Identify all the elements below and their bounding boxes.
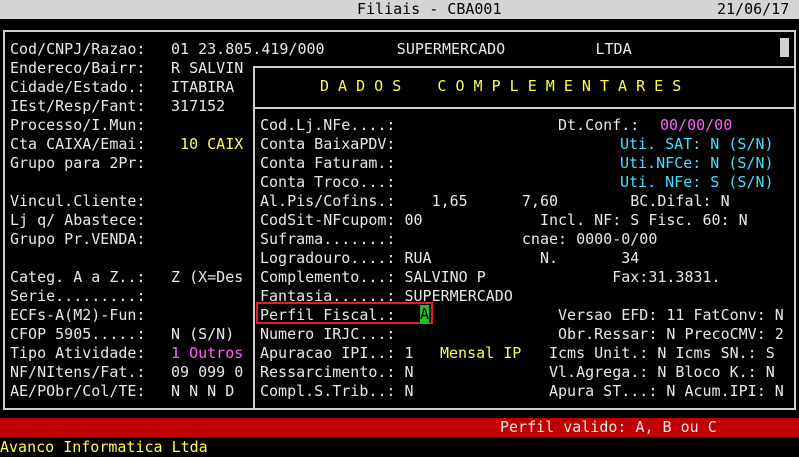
- main-field-value[interactable]: 09 099 0: [162, 363, 243, 382]
- main-field-label: Serie.........:: [10, 287, 146, 305]
- status-message: Perfil valido: A, B ou C: [500, 418, 717, 436]
- uti-nfce-field[interactable]: Uti.NFCe: N (S/N): [620, 154, 774, 173]
- dialog-title: D A D O S C O M P L E M E N T A R E S: [320, 77, 682, 95]
- dialog-field-row[interactable]: CodSit-NFcupom: 00 Incl. NF: S Fisc. 60:…: [260, 211, 748, 230]
- main-field-value[interactable]: 10 CAIX: [162, 135, 243, 154]
- main-field-value[interactable]: 317152: [162, 97, 225, 116]
- dialog-field-row[interactable]: Conta Troco...:: [260, 173, 630, 192]
- main-field-label: Vincul.Cliente:: [10, 192, 146, 210]
- main-field-value[interactable]: N (S/N): [162, 325, 234, 344]
- main-field-value[interactable]: N N N D: [162, 382, 234, 401]
- main-field-label: IEst/Resp/Fant:: [10, 97, 146, 115]
- uti-sat-field[interactable]: Uti. SAT: N (S/N): [620, 135, 774, 154]
- main-field-label: Processo/I.Mun:: [10, 116, 146, 134]
- main-field-label: Endereco/Bairr:: [10, 59, 146, 77]
- dialog-field-row[interactable]: Conta Faturam.:: [260, 154, 630, 173]
- main-field-label: Lj q/ Abastece:: [10, 211, 146, 229]
- dialog-field-row[interactable]: Numero IRJC...: Obr.Ressar: N PrecoCMV: …: [260, 325, 784, 344]
- dt-conf-value[interactable]: 00/00/00: [660, 116, 732, 135]
- dialog-field-row[interactable]: Ressarcimento.: N Vl.Agrega.: N Bloco K.…: [260, 363, 775, 382]
- main-field-value[interactable]: R SALVIN: [162, 59, 243, 78]
- dialog-field-row[interactable]: Complemento...: SALVINO P Fax:31.3831.: [260, 268, 721, 287]
- main-field-value[interactable]: 01 23.805.419/000 SUPERMERCADO LTDA: [162, 40, 632, 59]
- header-date: 21/06/17: [717, 0, 790, 18]
- main-field-value[interactable]: ITABIRA: [162, 78, 234, 97]
- dialog-field-row[interactable]: Al.Pis/Cofins.: 1,65 7,60 BC.Difal: N: [260, 192, 730, 211]
- dialog-field-row[interactable]: Cod.Lj.NFe....: Dt.Conf.:: [260, 116, 648, 135]
- main-field-label: Cta CAIXA/Emai:: [10, 135, 146, 153]
- dialog-divider: [253, 107, 796, 109]
- scrollbar-thumb[interactable]: [780, 38, 789, 57]
- status-bar: Perfil valido: A, B ou C: [0, 418, 799, 437]
- dialog-field-row[interactable]: Compl.S.Trib..: N Apura ST...: N Acum.IP…: [260, 382, 784, 401]
- main-field-label: Tipo Atividade:: [10, 344, 146, 362]
- main-field-value[interactable]: 1 Outros: [162, 344, 243, 363]
- dialog-field-row[interactable]: Conta BaixaPDV:: [260, 135, 630, 154]
- main-field-label: ECFs-A(M2)-Fun:: [10, 306, 146, 324]
- main-field-label: Grupo Pr.VENDA:: [10, 230, 146, 248]
- perfil-fiscal-input[interactable]: A: [420, 305, 430, 324]
- uti-nfe-field[interactable]: Uti. NFe: S (S/N): [620, 173, 774, 192]
- dialog-field-row[interactable]: Suframa.......: cnae: 0000-0/00: [260, 230, 657, 249]
- dialog-field-row[interactable]: Logradouro....: RUA N. 34: [260, 249, 639, 268]
- apuracao-ipi-desc: Mensal IP: [440, 344, 522, 362]
- main-field-label: CFOP 5905.....:: [10, 325, 146, 343]
- main-field-value[interactable]: Z (X=Des: [162, 268, 243, 287]
- window-title: Filiais - CBA001: [357, 0, 502, 18]
- main-field-label: AE/PObr/Col/TE:: [10, 382, 146, 400]
- main-field-label: Categ. A a Z..:: [10, 268, 146, 286]
- main-field-label: Cod/CNPJ/Razao:: [10, 40, 146, 58]
- main-field-label: NF/NItens/Fat.:: [10, 363, 146, 381]
- title-bar: Filiais - CBA001 21/06/17: [0, 0, 799, 19]
- footer-company: Avanco Informatica Ltda: [0, 438, 208, 456]
- main-field-label: Grupo para 2Pr:: [10, 154, 146, 172]
- main-field-label: Cidade/Estado.:: [10, 78, 146, 96]
- perfil-fiscal-focus: [256, 302, 433, 324]
